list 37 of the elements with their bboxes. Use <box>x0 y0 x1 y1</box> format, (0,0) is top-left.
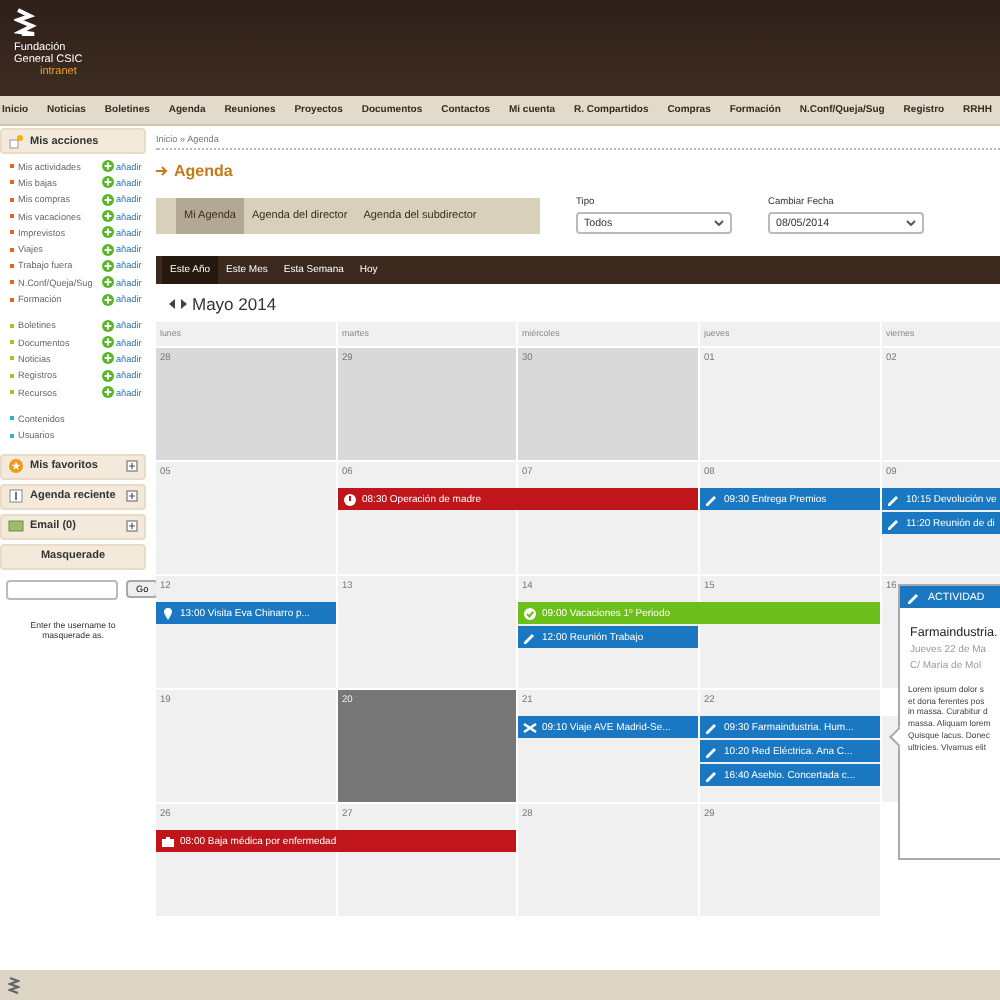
add-icon <box>102 210 114 223</box>
add-icon <box>102 369 114 382</box>
add-icon <box>102 293 114 306</box>
calendar-icon <box>8 488 24 505</box>
add-icon <box>102 226 114 239</box>
prev-icon <box>168 297 176 309</box>
month-title: Mayo 2014 <box>192 293 277 313</box>
add-icon <box>102 176 114 189</box>
chevron-icon <box>714 220 724 226</box>
expand-icon <box>126 490 138 503</box>
arrow-icon <box>156 166 168 176</box>
add-icon <box>102 319 114 332</box>
plane-icon <box>522 719 538 735</box>
add-icon <box>102 386 114 398</box>
add-icon <box>102 193 114 206</box>
pencil-icon <box>522 629 538 645</box>
check-icon <box>522 605 538 621</box>
logo-icon <box>8 976 20 994</box>
add-icon <box>102 276 114 289</box>
add-icon <box>102 160 114 173</box>
next-icon <box>180 297 188 309</box>
pin-icon <box>160 605 176 621</box>
add-icon <box>102 352 114 365</box>
chevron-icon <box>906 220 916 226</box>
alert-icon <box>342 491 358 507</box>
actions-icon <box>8 133 24 149</box>
expand-icon <box>126 520 138 533</box>
envelope-icon <box>8 518 24 535</box>
add-icon <box>102 259 114 272</box>
expand-icon <box>126 460 138 473</box>
medical-icon <box>160 833 176 849</box>
add-icon <box>102 336 114 349</box>
add-icon <box>102 243 114 256</box>
logo-icon <box>14 8 38 36</box>
username-field[interactable] <box>6 579 118 600</box>
page-title: Agenda <box>174 162 233 180</box>
star-icon <box>8 458 24 475</box>
